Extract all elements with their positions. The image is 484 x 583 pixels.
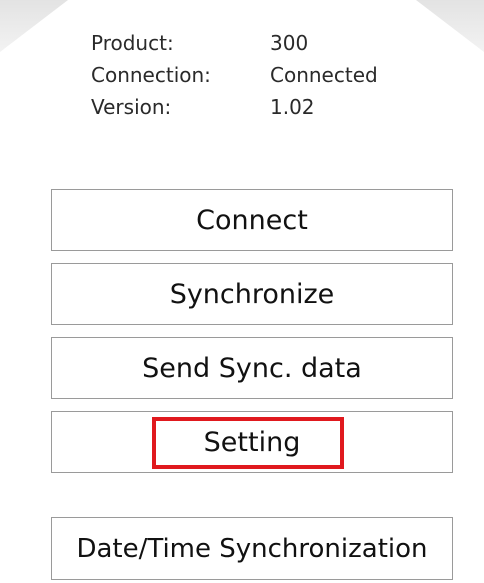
setting-button[interactable]: Setting [51,411,453,473]
synchronize-button[interactable]: Synchronize [51,263,453,325]
connection-label: Connection: [91,63,211,87]
send-sync-data-button[interactable]: Send Sync. data [51,337,453,399]
date-time-synchronization-button[interactable]: Date/Time Synchronization [51,517,453,580]
connect-button[interactable]: Connect [51,189,453,251]
product-value: 300 [270,31,309,55]
device-info-background [0,0,484,190]
product-label: Product: [91,31,174,55]
connection-value: Connected [270,63,378,87]
version-value: 1.02 [270,95,315,119]
version-label: Version: [91,95,172,119]
device-info-panel: Product: 300 Connection: Connected Versi… [0,0,484,190]
